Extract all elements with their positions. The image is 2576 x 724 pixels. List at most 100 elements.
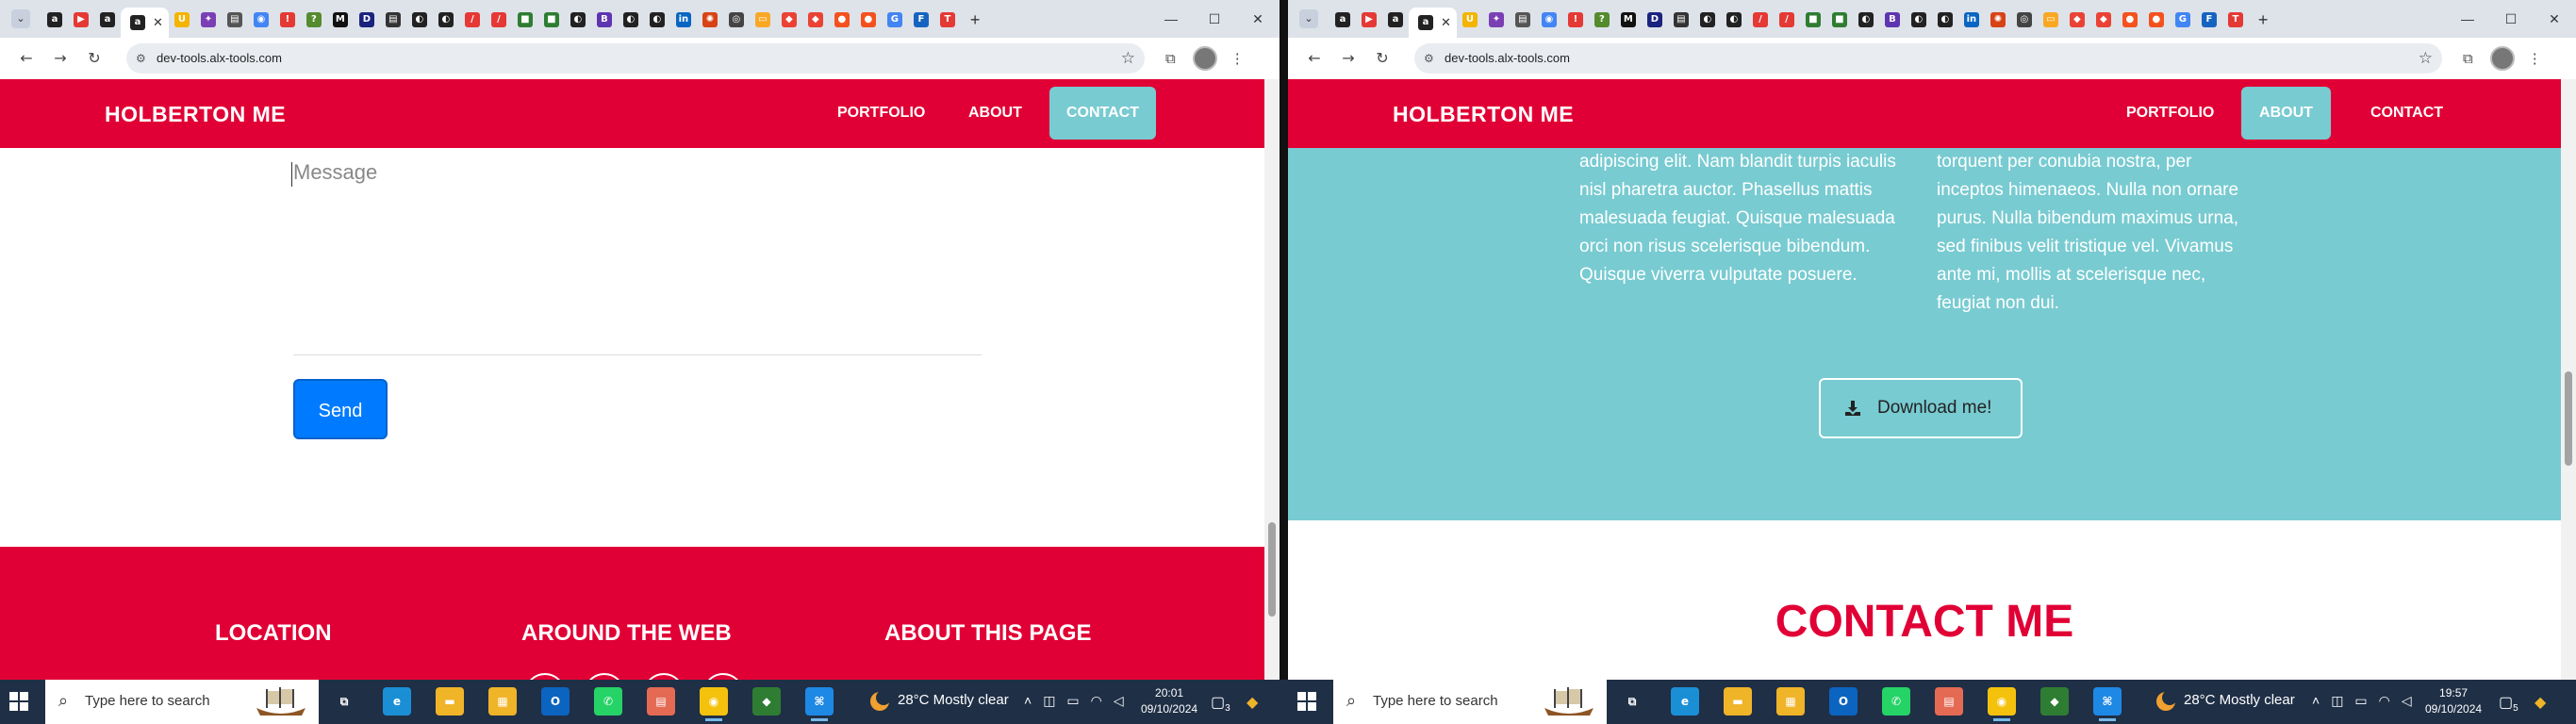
udemy-icon[interactable]: U — [1461, 12, 1478, 27]
book-icon[interactable]: ▤ — [1514, 12, 1530, 27]
chevron-up-icon[interactable]: ˄ — [2312, 693, 2320, 709]
alx-icon[interactable]: a — [1335, 12, 1350, 27]
forward-button[interactable]: → — [51, 49, 70, 68]
document-icon[interactable]: ▤ — [1935, 687, 1963, 716]
maps-icon[interactable]: ◆ — [781, 12, 797, 27]
youtube-icon[interactable]: ▶ — [74, 12, 89, 27]
scrollbar-thumb[interactable] — [2565, 371, 2572, 466]
close-window-button[interactable]: ✕ — [2533, 4, 2576, 34]
clock[interactable]: 20:01 09/10/2024 — [1141, 685, 1197, 717]
github-icon[interactable]: ◐ — [622, 12, 638, 27]
folder-icon[interactable]: ▭ — [2042, 12, 2058, 27]
volume-icon[interactable]: ◁ — [1114, 693, 1124, 709]
bookmark-icon[interactable]: ✦ — [200, 12, 216, 27]
menu-icon[interactable]: ⋮ — [2528, 50, 2542, 67]
circle-icon[interactable]: ◎ — [728, 12, 744, 27]
pin-icon[interactable]: ! — [279, 12, 295, 27]
new-tab-button[interactable]: + — [970, 10, 981, 30]
nav-about[interactable]: ABOUT — [957, 96, 1033, 130]
game-icon[interactable]: ◆ — [2040, 687, 2069, 716]
medium-icon[interactable]: M — [1620, 12, 1636, 27]
dev-icon[interactable]: D — [358, 12, 374, 27]
text-icon[interactable]: T — [939, 12, 955, 27]
windows-start-icon[interactable] — [9, 692, 28, 711]
copilot-icon[interactable]: ◆ — [2535, 693, 2546, 712]
github-icon[interactable]: ◐ — [1910, 12, 1926, 27]
reload-button[interactable]: ↻ — [1373, 49, 1392, 68]
battery-icon[interactable]: ▭ — [2354, 693, 2367, 709]
outlook-icon[interactable]: O — [1829, 687, 1858, 716]
alx-icon[interactable]: a — [47, 12, 62, 27]
cube-icon[interactable]: ■ — [517, 12, 533, 27]
nav-portfolio[interactable]: PORTFOLIO — [826, 96, 936, 130]
google-icon[interactable]: G — [886, 12, 902, 27]
brand-logo[interactable]: HOLBERTON ME — [1393, 102, 1574, 127]
download-button[interactable]: Download me! — [1819, 378, 2023, 438]
slash-icon[interactable]: / — [490, 12, 506, 27]
wifi-icon[interactable]: ◠ — [1091, 693, 1102, 709]
dev-icon[interactable]: D — [1646, 12, 1662, 27]
maximize-button[interactable]: ☐ — [2489, 4, 2533, 34]
game-icon[interactable]: ◆ — [752, 687, 781, 716]
profile-avatar[interactable] — [2489, 46, 2515, 71]
linkedin-icon[interactable]: in — [1963, 12, 1979, 27]
nav-contact[interactable]: CONTACT — [1049, 87, 1156, 140]
social-link-3[interactable] — [643, 673, 685, 680]
slash-icon[interactable]: / — [464, 12, 480, 27]
chrome-icon[interactable]: ◉ — [1541, 12, 1557, 27]
pin-icon[interactable]: ! — [1567, 12, 1583, 27]
wifi-icon[interactable]: ◠ — [2379, 693, 2390, 709]
bold-icon[interactable]: B — [596, 12, 612, 27]
edge-icon[interactable]: e — [1671, 687, 1699, 716]
vscode-icon[interactable]: ⌘ — [2093, 687, 2122, 721]
github-icon[interactable]: ◐ — [1937, 12, 1953, 27]
tab-search-button[interactable]: ⌄ — [1299, 9, 1318, 28]
spark-icon[interactable]: ✺ — [1990, 12, 2006, 27]
nav-portfolio[interactable]: PORTFOLIO — [2115, 96, 2225, 130]
close-tab-icon[interactable]: ✕ — [153, 15, 163, 30]
address-bar[interactable]: ⚙ dev-tools.alx-tools.com ☆ — [126, 43, 1145, 74]
circle-icon[interactable]: ◎ — [2016, 12, 2032, 27]
udemy-icon[interactable]: U — [173, 12, 190, 27]
maps-icon[interactable]: ◆ — [2069, 12, 2085, 27]
weather-text[interactable]: 28°C Mostly clear — [2184, 692, 2295, 708]
chrome-icon[interactable]: ◉ — [253, 12, 269, 27]
scrollbar-thumb[interactable] — [1268, 522, 1276, 617]
document-icon[interactable]: ▤ — [647, 687, 675, 716]
cube-icon[interactable]: ■ — [1831, 12, 1847, 27]
github-icon[interactable]: ◐ — [570, 12, 586, 27]
bookmark-star-icon[interactable]: ☆ — [2419, 49, 2433, 68]
tab-active[interactable]: a ✕ — [121, 8, 169, 38]
notification-icon[interactable]: ▢3 — [1211, 693, 1230, 714]
book-icon[interactable]: ▤ — [385, 12, 401, 27]
bookmark-icon[interactable]: ✦ — [1488, 12, 1504, 27]
forms-icon[interactable]: F — [2201, 12, 2217, 27]
maps-icon[interactable]: ◆ — [807, 12, 823, 27]
chevron-up-icon[interactable]: ˄ — [1024, 693, 1032, 709]
windows-start-icon[interactable] — [1297, 692, 1316, 711]
back-button[interactable]: ← — [17, 49, 36, 68]
network-icon[interactable]: ◫ — [2331, 693, 2343, 709]
clock[interactable]: 19:57 09/10/2024 — [2425, 685, 2482, 717]
minimize-button[interactable]: — — [1149, 4, 1193, 34]
task-view-icon[interactable]: ⧉ — [1618, 687, 1646, 716]
battery-icon[interactable]: ▭ — [1066, 693, 1079, 709]
site-info-icon[interactable]: ⚙ — [1424, 51, 1439, 66]
orange-icon[interactable]: ● — [834, 12, 850, 27]
whatsapp-icon[interactable]: ✆ — [594, 687, 622, 716]
github-icon[interactable]: ◐ — [649, 12, 665, 27]
help-icon[interactable]: ? — [305, 12, 322, 27]
github-icon[interactable]: ◐ — [1726, 12, 1742, 27]
taskbar-search-box[interactable]: ⌕ Type here to search — [45, 680, 319, 724]
youtube-icon[interactable]: ▶ — [1362, 12, 1377, 27]
spark-icon[interactable]: ✺ — [702, 12, 718, 27]
minimize-button[interactable]: — — [2446, 4, 2489, 34]
tab-active[interactable]: a ✕ — [1409, 8, 1457, 38]
alx-icon[interactable]: a — [100, 12, 115, 27]
cube-icon[interactable]: ■ — [1805, 12, 1821, 27]
extensions-icon[interactable]: ⧉ — [2463, 51, 2473, 67]
help-icon[interactable]: ? — [1593, 12, 1610, 27]
orange-icon[interactable]: ● — [2122, 12, 2138, 27]
store-icon[interactable]: ▦ — [1776, 687, 1805, 716]
maximize-button[interactable]: ☐ — [1193, 4, 1236, 34]
